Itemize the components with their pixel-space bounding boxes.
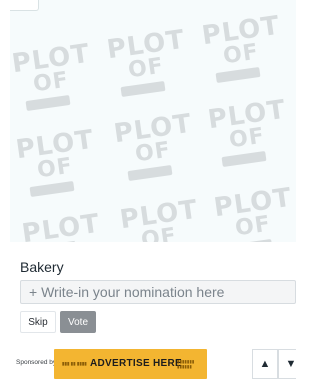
watermark-logo: PLOT OF	[116, 195, 202, 242]
watermark-logo: PLOT OF	[18, 209, 104, 242]
sponsor-row: Sponsored by: ▮▮▮ ▮▮ ▮▮▮▮ ADVERTISE HERE…	[10, 346, 296, 382]
category-image: PLOT OF PLOT OF PLOT OF PLOT OF PLOT OF …	[10, 0, 296, 242]
watermark-logo: PLOT OF	[12, 125, 98, 198]
sponsored-by-label: Sponsored by:	[16, 359, 58, 366]
watermark-logo: PLOT OF	[103, 25, 189, 98]
ad-left-logo: ▮▮▮ ▮▮ ▮▮▮▮	[62, 361, 87, 366]
category-title: Bakery	[20, 259, 64, 275]
scroll-up-button[interactable]: ▲	[252, 349, 278, 379]
watermark-logo: PLOT OF	[210, 183, 296, 242]
up-arrow-icon: ▲	[259, 358, 271, 370]
write-in-nomination-input[interactable]: + Write-in your nomination here	[20, 280, 296, 304]
nomination-widget: PLOT OF PLOT OF PLOT OF PLOT OF PLOT OF …	[0, 0, 296, 392]
advertise-here-banner[interactable]: ▮▮▮ ▮▮ ▮▮▮▮ ADVERTISE HERE ▮▮▮▮▮▮▮ ▮▮▮▮▮…	[54, 349, 207, 379]
ad-right-fineprint: ▮▮▮▮▮▮▮ ▮▮▮▮▮▮	[177, 359, 195, 369]
scroll-down-button[interactable]: ▼	[278, 349, 296, 379]
watermark-logo: PLOT OF	[198, 11, 284, 84]
image-top-tab	[10, 0, 39, 11]
write-in-placeholder: + Write-in your nomination here	[29, 284, 225, 300]
watermark-logo: PLOT OF	[110, 109, 196, 182]
down-arrow-icon: ▼	[285, 358, 296, 370]
skip-button[interactable]: Skip	[20, 311, 56, 333]
vote-button[interactable]: Vote	[60, 311, 96, 333]
watermark-logo: PLOT OF	[204, 95, 290, 168]
watermark-logo: PLOT OF	[10, 39, 94, 112]
advertise-here-text: ADVERTISE HERE	[90, 358, 182, 369]
